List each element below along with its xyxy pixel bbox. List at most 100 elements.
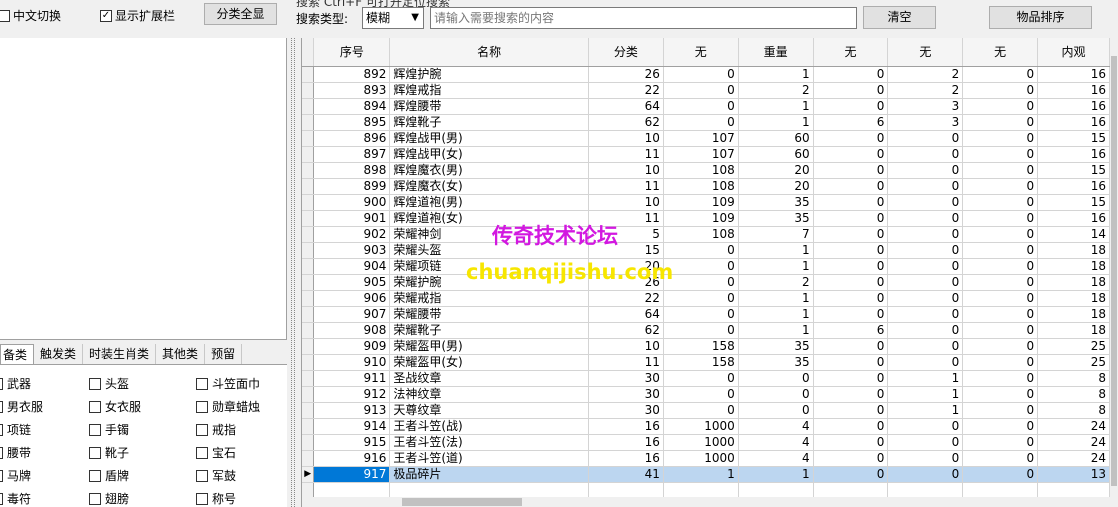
table-cell[interactable]: 0 — [813, 418, 889, 435]
table-row[interactable]: 913 天尊纹章 30 0 0 0 1 0 8 — [302, 402, 1110, 419]
table-cell[interactable]: 912 — [313, 386, 391, 403]
table-cell[interactable]: 0 — [813, 290, 889, 307]
table-cell[interactable]: 0 — [962, 162, 1039, 179]
table-cell[interactable]: 0 — [962, 322, 1039, 339]
vertical-scrollbar[interactable] — [1110, 38, 1118, 507]
search-input[interactable]: 请输入需要搜索的内容 — [430, 7, 857, 29]
table-cell[interactable]: 26 — [588, 66, 664, 83]
table-cell[interactable]: 0 — [962, 66, 1039, 83]
table-cell[interactable]: 16 — [1037, 146, 1110, 163]
table-cell[interactable]: 901 — [313, 210, 391, 227]
table-cell[interactable]: 30 — [588, 386, 664, 403]
checkbox-boots[interactable]: 靴子 — [89, 444, 129, 461]
table-cell[interactable]: 0 — [887, 178, 964, 195]
table-row[interactable]: 899 辉煌魔衣(女) 11 108 20 0 0 0 16 — [302, 178, 1110, 195]
table-cell[interactable]: 荣耀盔甲(男) — [389, 338, 589, 355]
checkbox-wings[interactable]: 翅膀 — [89, 490, 129, 507]
table-cell[interactable]: 16 — [1037, 178, 1110, 195]
table-row[interactable]: 916 王者斗笠(道) 16 1000 4 0 0 0 24 — [302, 450, 1110, 467]
table-cell[interactable]: 898 — [313, 162, 391, 179]
table-row[interactable]: 908 荣耀靴子 62 0 1 6 0 0 18 — [302, 322, 1110, 339]
table-cell[interactable]: 3 — [887, 98, 964, 115]
table-cell[interactable]: 0 — [887, 450, 964, 467]
table-cell[interactable]: 35 — [738, 194, 814, 211]
checkbox-poison-talisman[interactable]: 毒符 — [0, 490, 31, 507]
checkbox-female-clothes[interactable]: 女衣服 — [89, 398, 141, 415]
column-header[interactable]: 分类 — [588, 38, 664, 67]
table-cell[interactable]: 2 — [738, 274, 814, 291]
checkbox-horse-badge[interactable]: 马牌 — [0, 467, 31, 484]
row-indicator[interactable] — [302, 338, 315, 355]
row-indicator[interactable] — [302, 434, 315, 451]
search-type-select[interactable]: 模糊 ▼ — [362, 7, 424, 29]
table-cell[interactable]: 0 — [813, 274, 889, 291]
table-row[interactable]: 905 荣耀护腕 26 0 2 0 0 0 18 — [302, 274, 1110, 291]
table-cell[interactable]: 899 — [313, 178, 391, 195]
table-cell[interactable]: 0 — [813, 450, 889, 467]
table-cell[interactable]: 30 — [588, 402, 664, 419]
table-cell[interactable]: 0 — [663, 370, 739, 387]
table-row[interactable]: 904 荣耀项链 20 0 1 0 0 0 18 — [302, 258, 1110, 275]
table-cell[interactable]: 0 — [887, 338, 964, 355]
column-header[interactable]: 无 — [813, 38, 889, 67]
table-row[interactable]: 907 荣耀腰带 64 0 1 0 0 0 18 — [302, 306, 1110, 323]
table-cell[interactable]: 108 — [663, 178, 739, 195]
table-cell[interactable]: 0 — [663, 114, 739, 131]
table-cell[interactable]: 10 — [588, 130, 664, 147]
column-header[interactable]: 重量 — [738, 38, 814, 67]
table-cell[interactable]: 王者斗笠(法) — [389, 434, 589, 451]
table-cell[interactable]: 16 — [588, 450, 664, 467]
checkbox-gem[interactable]: 宝石 — [196, 444, 236, 461]
table-cell[interactable]: 0 — [663, 82, 739, 99]
table-cell[interactable]: 13 — [1037, 466, 1110, 483]
checkbox-war-drum[interactable]: 军鼓 — [196, 467, 236, 484]
table-cell[interactable]: 0 — [962, 354, 1039, 371]
sort-items-button[interactable]: 物品排序 — [989, 6, 1092, 29]
table-cell[interactable]: 荣耀腰带 — [389, 306, 589, 323]
checkbox-belt[interactable]: 腰带 — [0, 444, 31, 461]
table-cell[interactable]: 18 — [1037, 242, 1110, 259]
table-cell[interactable]: 0 — [813, 402, 889, 419]
table-cell[interactable]: 18 — [1037, 274, 1110, 291]
table-cell[interactable]: 896 — [313, 130, 391, 147]
table-cell[interactable]: 0 — [813, 242, 889, 259]
tab-equip[interactable]: 备类 — [0, 344, 35, 364]
table-cell[interactable]: 0 — [813, 194, 889, 211]
table-cell[interactable]: 辉煌靴子 — [389, 114, 589, 131]
row-indicator[interactable] — [302, 98, 315, 115]
table-cell[interactable]: 4 — [738, 434, 814, 451]
table-cell[interactable]: 18 — [1037, 306, 1110, 323]
category-all-button[interactable]: 分类全显 — [204, 3, 277, 25]
table-cell[interactable]: 35 — [738, 338, 814, 355]
table-cell[interactable]: 1 — [738, 242, 814, 259]
table-cell[interactable]: 0 — [962, 370, 1039, 387]
table-cell[interactable]: 0 — [813, 178, 889, 195]
table-cell[interactable]: 908 — [313, 322, 391, 339]
table-cell[interactable]: 0 — [962, 242, 1039, 259]
table-cell[interactable]: 0 — [962, 450, 1039, 467]
chinese-switch-checkbox[interactable]: 中文切换 — [0, 7, 61, 24]
table-cell[interactable]: 0 — [663, 402, 739, 419]
table-cell[interactable]: 158 — [663, 338, 739, 355]
table-cell[interactable]: 109 — [663, 210, 739, 227]
table-cell[interactable]: 0 — [813, 210, 889, 227]
table-row[interactable]: 914 王者斗笠(战) 16 1000 4 0 0 0 24 — [302, 418, 1110, 435]
table-cell[interactable]: 911 — [313, 370, 391, 387]
table-cell[interactable]: 913 — [313, 402, 391, 419]
checkbox-bracelet[interactable]: 手镯 — [89, 421, 129, 438]
table-cell[interactable]: 3 — [887, 114, 964, 131]
column-header[interactable]: 内观 — [1037, 38, 1110, 67]
checkbox-title[interactable]: 称号 — [196, 490, 236, 507]
table-cell[interactable]: 62 — [588, 322, 664, 339]
items-grid[interactable]: 序号 名称 分类 无 重量 无 无 无 内观 892 辉煌护腕 26 0 1 0 2 0 16 8… — [301, 38, 1110, 507]
table-cell[interactable]: 11 — [588, 178, 664, 195]
table-cell[interactable]: 906 — [313, 290, 391, 307]
table-cell[interactable]: 法神纹章 — [389, 386, 589, 403]
column-header[interactable]: 无 — [962, 38, 1039, 67]
table-cell[interactable]: 0 — [962, 130, 1039, 147]
table-cell[interactable]: 35 — [738, 210, 814, 227]
table-cell[interactable]: 900 — [313, 194, 391, 211]
table-cell[interactable]: 902 — [313, 226, 391, 243]
table-cell[interactable]: 1000 — [663, 434, 739, 451]
table-cell[interactable]: 894 — [313, 98, 391, 115]
